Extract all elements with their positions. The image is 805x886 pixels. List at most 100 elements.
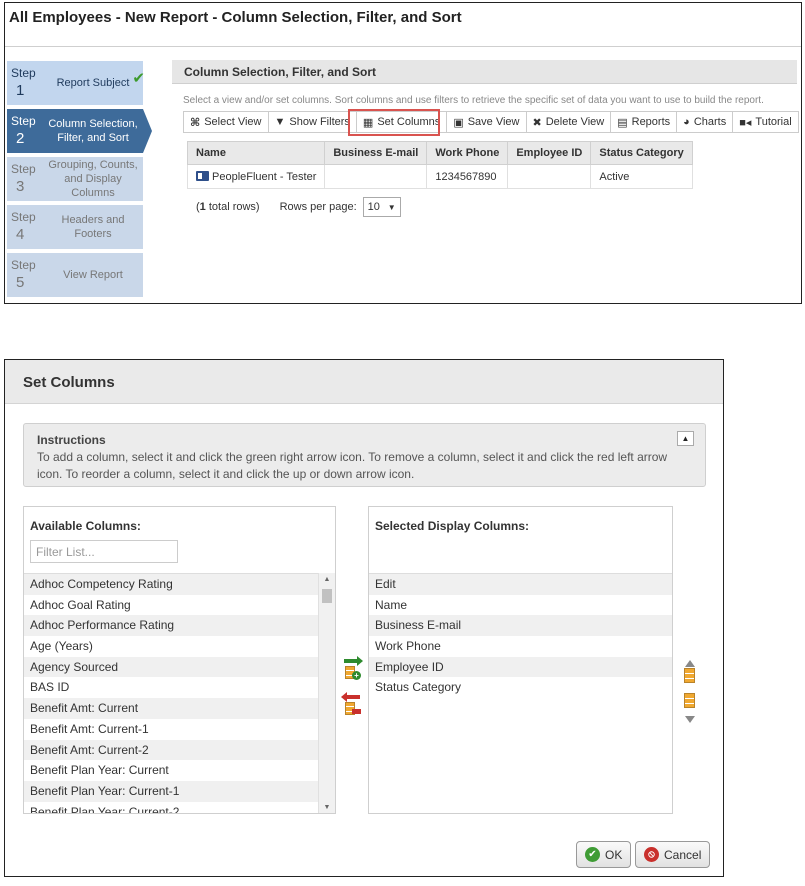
step-word: Step — [11, 210, 36, 224]
list-item[interactable]: Adhoc Competency Rating — [24, 574, 319, 595]
collapse-button[interactable]: ▲ — [677, 431, 694, 446]
list-item[interactable]: Business E-mail — [369, 615, 672, 637]
table-cell: Active — [590, 164, 693, 189]
show-filters-button[interactable]: ▼ Show Filters — [268, 112, 357, 132]
list-item[interactable]: Benefit Amt: Current-1 — [24, 719, 319, 740]
column-header-employee-id[interactable]: Employee ID — [507, 141, 592, 165]
chevron-down-icon: ▼ — [387, 202, 396, 212]
cell-text: PeopleFluent - Tester — [212, 170, 317, 183]
list-item[interactable]: Benefit Amt: Current — [24, 698, 319, 719]
filter-icon: ▼ — [274, 116, 286, 128]
filter-list-input[interactable] — [30, 540, 178, 563]
list-item[interactable]: Adhoc Goal Rating — [24, 595, 319, 616]
list-item[interactable]: Adhoc Performance Rating — [24, 615, 319, 637]
green-right-arrow-icon — [344, 656, 363, 666]
list-item[interactable]: Benefit Amt: Current-2 — [24, 739, 319, 761]
column-header-name[interactable]: Name — [186, 141, 326, 165]
instructions-text: To add a column, select it and click the… — [37, 450, 668, 481]
dialog-header: Set Columns — [5, 360, 723, 404]
step-word: Step — [11, 258, 36, 272]
set-columns-button[interactable]: ▦ Set Columns — [356, 112, 448, 132]
list-item[interactable]: Work Phone — [369, 636, 672, 657]
rows-per-page-select[interactable]: 10 ▼ — [362, 197, 401, 217]
step-number: 1 — [16, 82, 25, 99]
step-label: Column Selection, Filter, and Sort — [48, 118, 138, 144]
add-column-button[interactable]: + — [342, 656, 363, 680]
scrollbar[interactable]: ▲ ▼ — [318, 573, 335, 813]
reports-label: Reports — [631, 116, 671, 128]
list-item[interactable]: Benefit Plan Year: Current-1 — [24, 780, 319, 802]
checkmark-icon: ✔ — [585, 847, 600, 862]
table-header-row: Name Business E-mail Work Phone Employee… — [186, 141, 693, 165]
move-down-button[interactable] — [682, 693, 698, 723]
list-item[interactable]: BAS ID — [24, 677, 319, 698]
list-item[interactable]: Status Category — [369, 677, 672, 698]
ok-label: OK — [605, 847, 623, 862]
table-cell — [507, 164, 592, 189]
save-view-button[interactable]: ▣ Save View — [447, 112, 527, 132]
wizard-step-3[interactable]: Step 3 Grouping, Counts, and Display Col… — [7, 157, 143, 201]
set-columns-dialog: Set Columns Instructions To add a column… — [4, 359, 724, 877]
table-cell[interactable]: PeopleFluent - Tester — [186, 164, 326, 189]
show-filters-label: Show Filters — [289, 116, 350, 128]
ok-button[interactable]: ✔ OK — [576, 841, 632, 868]
scroll-up-icon[interactable]: ▲ — [319, 573, 335, 585]
total-rows: (1 total rows) — [196, 201, 260, 213]
column-header-business-email[interactable]: Business E-mail — [324, 141, 428, 165]
select-view-label: Select View — [204, 116, 262, 128]
section-header: Column Selection, Filter, and Sort — [172, 60, 797, 84]
column-header-status-category[interactable]: Status Category — [590, 141, 693, 165]
rows-per-page-value: 10 — [367, 201, 380, 213]
tutorial-button[interactable]: ■◂ Tutorial — [733, 112, 798, 132]
step-number: 5 — [16, 274, 25, 291]
reports-button[interactable]: ▤ Reports — [611, 112, 678, 132]
cancel-button[interactable]: ⦸ Cancel — [635, 841, 711, 868]
scroll-thumb[interactable] — [322, 589, 332, 603]
list-item[interactable]: Benefit Plan Year: Current-2 — [24, 802, 319, 813]
vcard-icon[interactable] — [196, 170, 209, 181]
delete-view-label: Delete View — [545, 116, 605, 128]
list-item[interactable]: Edit — [369, 574, 672, 595]
step-label: View Report — [63, 269, 123, 281]
move-up-button[interactable] — [682, 660, 698, 690]
binoculars-icon: ⌘ — [190, 116, 201, 129]
step-word: Step — [11, 162, 36, 176]
select-view-button[interactable]: ⌘ Select View — [184, 112, 269, 132]
charts-button[interactable]: ◕ Charts — [677, 112, 734, 132]
scroll-down-icon[interactable]: ▼ — [319, 801, 335, 813]
list-item[interactable]: Age (Years) — [24, 636, 319, 657]
column-header-work-phone[interactable]: Work Phone — [426, 141, 509, 165]
wizard-step-5[interactable]: Step 5 View Report — [7, 253, 143, 297]
list-item[interactable]: Agency Sourced — [24, 656, 319, 678]
wizard-step-1[interactable]: Step 1 Report Subject ✔ — [7, 61, 145, 105]
report-toolbar: ⌘ Select View ▼ Show Filters ▦ Set Colum… — [183, 111, 799, 133]
down-arrow-icon — [685, 716, 695, 723]
report-table: Name Business E-mail Work Phone Employee… — [186, 141, 693, 189]
tutorial-label: Tutorial — [755, 116, 792, 128]
list-item[interactable]: Benefit Plan Year: Current — [24, 760, 319, 781]
dialog-title: Set Columns — [23, 374, 115, 391]
rows-per-page: Rows per page: 10 ▼ — [280, 197, 401, 217]
wizard-step-2[interactable]: Step 2 Column Selection, Filter, and Sor… — [7, 109, 152, 153]
available-columns-title: Available Columns: — [30, 519, 141, 533]
available-columns-panel: Available Columns: Adhoc Competency Rati… — [23, 506, 336, 814]
step-number: 3 — [16, 178, 25, 195]
selected-columns-panel: Selected Display Columns: Edit Name Busi… — [368, 506, 673, 814]
checkmark-icon: ✔ — [132, 70, 145, 87]
table-icon: ▦ — [362, 116, 374, 129]
remove-column-button[interactable] — [341, 692, 362, 715]
available-columns-list: Adhoc Competency Rating Adhoc Goal Ratin… — [24, 573, 319, 813]
step-label: Report Subject — [56, 77, 130, 89]
list-item[interactable]: Employee ID — [369, 656, 672, 678]
instructions-panel: Instructions To add a column, select it … — [23, 423, 706, 487]
video-camera-icon: ■◂ — [739, 116, 752, 129]
set-columns-label: Set Columns — [377, 116, 441, 128]
plus-icon: + — [352, 671, 361, 680]
minus-icon — [352, 709, 361, 714]
delete-view-button[interactable]: ✖ Delete View — [526, 112, 612, 132]
table-grid-icon — [684, 668, 695, 683]
wizard-step-4[interactable]: Step 4 Headers and Footers — [7, 205, 143, 249]
list-item[interactable]: Name — [369, 595, 672, 616]
table-cell — [324, 164, 428, 189]
save-view-label: Save View — [467, 116, 520, 128]
